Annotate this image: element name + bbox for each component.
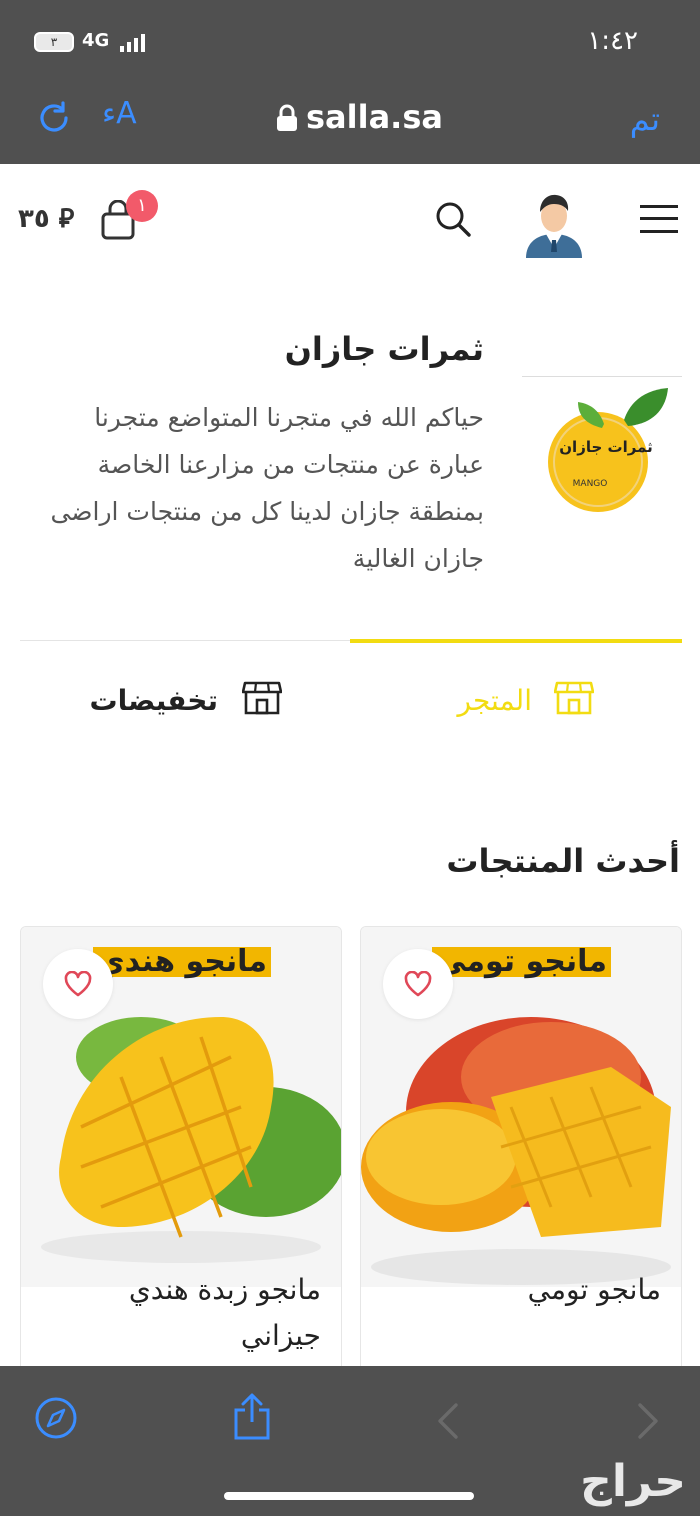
clock: ١:٤٢ bbox=[587, 26, 638, 56]
watermark: حراج bbox=[580, 1456, 686, 1507]
store-logo: ثمرات جازان MANGO bbox=[548, 388, 668, 512]
product-image-caption: مانجو هندي bbox=[93, 947, 271, 977]
product-name[interactable]: مانجو زبدة هندي جيزاني bbox=[41, 1267, 321, 1359]
battery-level: ٣ bbox=[50, 35, 58, 49]
status-bar: ٣ 4G ١:٤٢ bbox=[0, 0, 700, 88]
tab-discounts-label: تخفيضات bbox=[89, 684, 218, 717]
home-indicator bbox=[224, 1492, 474, 1500]
store-name: ثمرات جازان bbox=[284, 330, 484, 368]
share-icon[interactable] bbox=[232, 1392, 272, 1440]
battery-icon: ٣ bbox=[34, 32, 74, 52]
done-button[interactable]: تم bbox=[630, 100, 660, 138]
store-icon bbox=[242, 681, 282, 715]
wishlist-button[interactable] bbox=[383, 949, 453, 1019]
heart-icon bbox=[404, 971, 432, 997]
cart-total[interactable]: ٣٥ ⃁ bbox=[18, 202, 74, 235]
active-tab-indicator bbox=[350, 639, 682, 643]
menu-icon[interactable] bbox=[640, 204, 678, 234]
tab-store[interactable]: المتجر bbox=[444, 676, 594, 726]
user-avatar-icon[interactable] bbox=[524, 188, 584, 258]
forward-arrow-icon[interactable] bbox=[636, 1402, 660, 1440]
tab-discounts[interactable]: تخفيضات bbox=[89, 676, 282, 726]
product-name[interactable]: مانجو تومي bbox=[381, 1267, 661, 1313]
search-icon[interactable] bbox=[434, 200, 472, 238]
store-description: حياكم الله في متجرنا المتواضع متجرنا عبا… bbox=[50, 403, 484, 573]
text-size-button[interactable]: ءA bbox=[102, 96, 137, 131]
tab-store-label: المتجر bbox=[457, 684, 532, 717]
cart-count-badge: ١ bbox=[126, 190, 158, 222]
logo-text: ثمرات جازان bbox=[559, 438, 652, 456]
back-arrow-icon[interactable] bbox=[436, 1402, 460, 1440]
compass-icon[interactable] bbox=[34, 1396, 78, 1440]
logo-subtext: MANGO bbox=[573, 479, 608, 489]
product-card[interactable]: مانجو هندي مانجو زبدة هندي جيزاني bbox=[20, 926, 342, 1388]
wishlist-button[interactable] bbox=[43, 949, 113, 1019]
product-card[interactable]: مانجو تومي مانجو تومي bbox=[360, 926, 682, 1388]
network-type: 4G bbox=[82, 30, 110, 51]
product-image-caption: مانجو تومي bbox=[432, 947, 611, 977]
heart-icon bbox=[64, 971, 92, 997]
section-title: أحدث المنتجات bbox=[446, 842, 680, 880]
reload-icon[interactable] bbox=[36, 100, 72, 136]
url-domain[interactable]: salla.sa bbox=[306, 98, 443, 136]
store-icon bbox=[554, 681, 594, 715]
lock-icon bbox=[277, 104, 297, 131]
signal-icon bbox=[120, 34, 145, 52]
